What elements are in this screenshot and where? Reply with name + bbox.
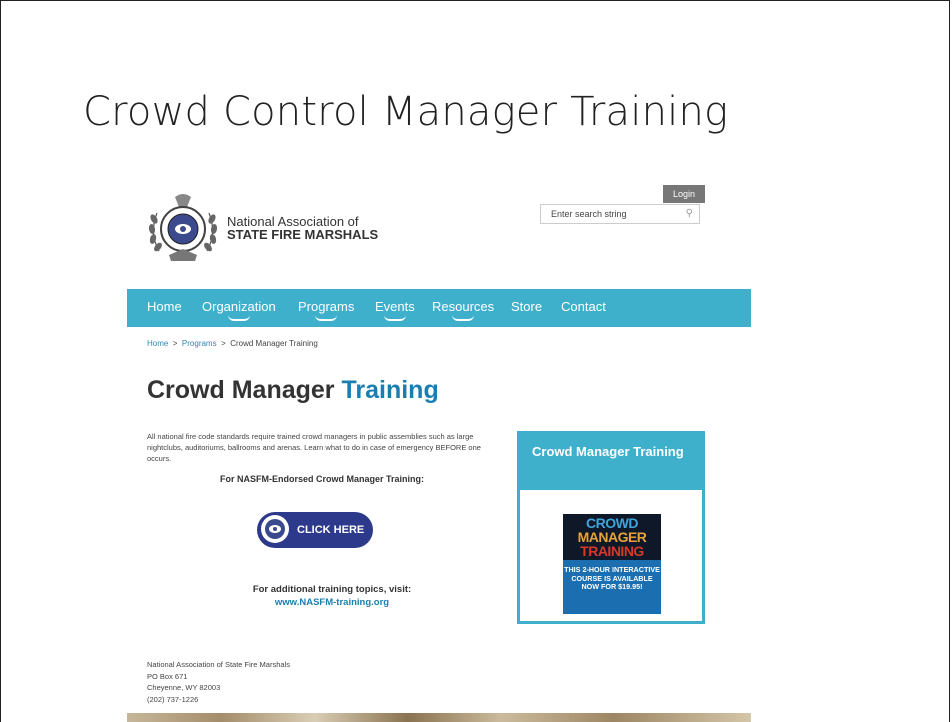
- promo-line3: TRAINING: [580, 543, 644, 559]
- additional-training: For additional training topics, visit: w…: [147, 583, 517, 609]
- footer-address: National Association of State Fire Marsh…: [147, 659, 290, 705]
- sidebar-title: Crowd Manager Training: [520, 434, 702, 490]
- promo-text: THIS 2-HOUR INTERACTIVE COURSE IS AVAILA…: [564, 565, 660, 591]
- breadcrumb-separator: >: [172, 339, 178, 348]
- nav-item-programs[interactable]: Programs: [298, 299, 354, 321]
- footer-line4: (202) 737-1226: [147, 694, 199, 704]
- click-here-label: CLICK HERE: [297, 524, 365, 536]
- page-title: Crowd Manager Training: [147, 376, 439, 405]
- intro-text: All national fire code standards require…: [147, 432, 481, 463]
- search-icon[interactable]: ⚲: [686, 205, 693, 223]
- org-name: National Association of STATE FIRE MARSH…: [227, 215, 378, 241]
- footer-line3: Cheyenne, WY 82003: [147, 683, 221, 692]
- breadcrumb-home[interactable]: Home: [147, 339, 168, 348]
- course-promo-banner[interactable]: CROWD MANAGER TRAINING THIS 2-HOUR INTER…: [563, 514, 661, 614]
- endorsed-label: For NASFM-Endorsed Crowd Manager Trainin…: [219, 474, 424, 484]
- promo-line1: CROWD: [586, 515, 638, 531]
- login-button[interactable]: Login: [663, 185, 705, 203]
- additional-label: For additional training topics, visit:: [252, 584, 412, 595]
- search-input[interactable]: Enter search string ⚲: [540, 204, 700, 224]
- search-placeholder: Enter search string: [551, 209, 627, 219]
- dropdown-indicator-icon: [315, 315, 338, 321]
- dropdown-indicator-icon: [227, 315, 250, 321]
- nav-item-store[interactable]: Store: [511, 299, 542, 314]
- org-name-line2: STATE FIRE MARSHALS: [227, 227, 379, 242]
- click-here-button[interactable]: CLICK HERE: [257, 512, 373, 548]
- slide-title: Crowd Control Manager Training: [83, 89, 729, 135]
- breadcrumb: Home > Programs > Crowd Manager Training: [147, 339, 318, 348]
- dropdown-indicator-icon: [383, 315, 406, 321]
- dropdown-indicator-icon: [452, 315, 475, 321]
- main-nav: Home Organization Programs Events Resour…: [127, 289, 751, 327]
- breadcrumb-separator: >: [221, 339, 226, 348]
- nav-item-home[interactable]: Home: [147, 299, 182, 314]
- website-screenshot: National Association of STATE FIRE MARSH…: [127, 181, 751, 722]
- nav-item-events[interactable]: Events: [375, 299, 415, 321]
- page-title-part1: Crowd Manager: [147, 376, 335, 404]
- nav-item-organization[interactable]: Organization: [202, 299, 276, 321]
- page-title-part2: Training: [341, 376, 439, 404]
- nasfm-logo-icon: [148, 194, 218, 261]
- promo-line2: MANAGER: [577, 529, 647, 545]
- nasfm-seal-icon: [261, 515, 289, 543]
- footer-photo-strip: [127, 713, 751, 722]
- nav-item-contact[interactable]: Contact: [561, 299, 606, 314]
- footer-line1: National Association of State Fire Marsh…: [147, 660, 290, 669]
- training-site-link[interactable]: www.NASFM-training.org: [147, 596, 517, 609]
- slide: Crowd Control Manager Training National …: [0, 0, 950, 722]
- breadcrumb-current: Crowd Manager Training: [230, 339, 318, 348]
- breadcrumb-programs[interactable]: Programs: [182, 339, 217, 348]
- nav-item-resources[interactable]: Resources: [432, 299, 494, 321]
- footer-line2: PO Box 671: [147, 671, 188, 681]
- sidebar-promo-box: Crowd Manager Training CROWD MANAGER TRA…: [517, 431, 705, 624]
